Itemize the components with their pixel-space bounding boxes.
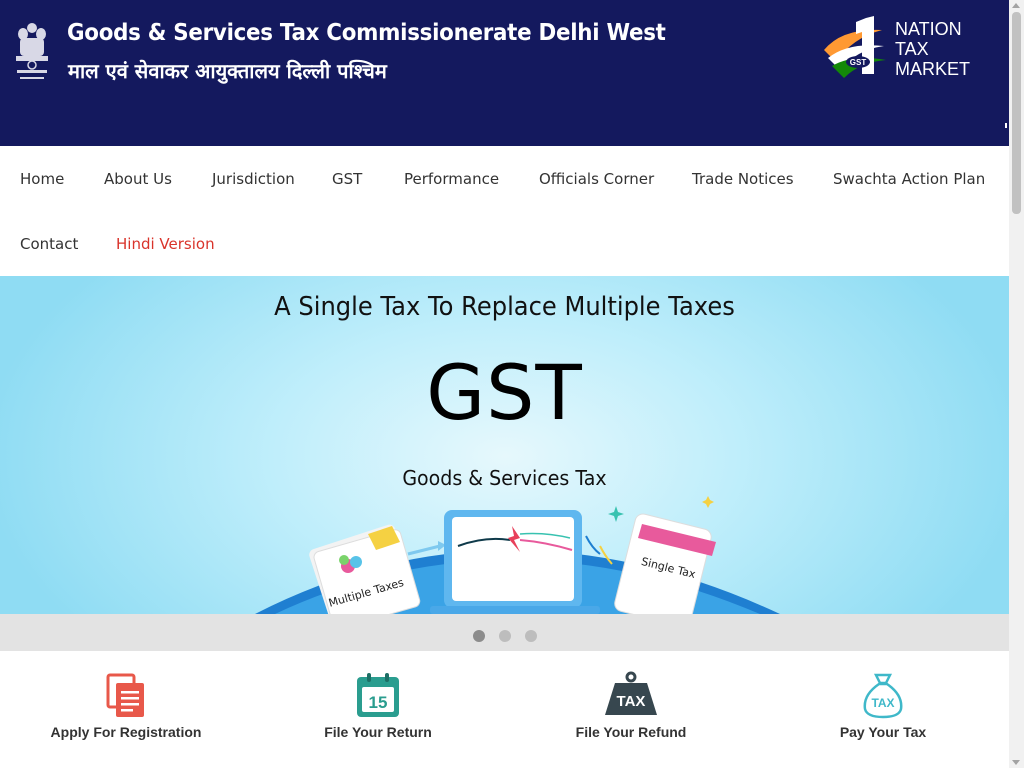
carousel-dot-1[interactable] bbox=[473, 630, 485, 642]
site-title: Goods & Services Tax Commissionerate Del… bbox=[67, 20, 666, 46]
service-pay-tax[interactable]: TAX Pay Your Tax bbox=[757, 651, 1009, 768]
page-scrollbar[interactable] bbox=[1009, 0, 1024, 768]
site-subtitle-hindi: माल एवं सेवाकर आयुक्तालय दिल्ली पश्चिम bbox=[68, 59, 387, 83]
tax-bag-icon: TAX bbox=[863, 673, 903, 719]
national-emblem-icon bbox=[16, 23, 48, 79]
page: Goods & Services Tax Commissionerate Del… bbox=[0, 0, 1009, 768]
tax-weight-icon: TAX bbox=[605, 671, 657, 715]
service-label: Pay Your Tax bbox=[839, 724, 927, 740]
tax-bag-text: TAX bbox=[871, 696, 894, 710]
scroll-up-icon[interactable] bbox=[1012, 3, 1020, 8]
service-label: File Your Return bbox=[324, 724, 432, 740]
tax-weight-text: TAX bbox=[617, 693, 646, 710]
logo-line: TAX bbox=[895, 39, 929, 59]
nav-trade-notices[interactable]: Trade Notices bbox=[692, 170, 794, 188]
main-nav: Home About Us Jurisdiction GST Performan… bbox=[0, 146, 1009, 276]
gst-badge-text: GST bbox=[850, 58, 867, 67]
nav-about-us[interactable]: About Us bbox=[104, 170, 172, 188]
nav-performance[interactable]: Performance bbox=[404, 170, 499, 188]
laptop-illustration bbox=[430, 510, 600, 614]
scroll-down-icon[interactable] bbox=[1012, 760, 1020, 765]
document-icon bbox=[106, 673, 144, 717]
service-label: Apply For Registration bbox=[50, 724, 202, 740]
logo-line: NATION bbox=[895, 19, 962, 39]
service-apply-registration[interactable]: Apply For Registration bbox=[0, 651, 252, 768]
scroll-thumb[interactable] bbox=[1012, 12, 1021, 214]
header-mark bbox=[1005, 123, 1007, 128]
carousel-indicators bbox=[0, 614, 1009, 651]
nav-contact[interactable]: Contact bbox=[20, 235, 78, 253]
service-label: File Your Refund bbox=[575, 724, 687, 740]
quick-services: Apply For Registration 15 File Your Retu… bbox=[0, 651, 1009, 768]
nav-swachta-action-plan[interactable]: Swachta Action Plan bbox=[833, 170, 985, 188]
logo-wordmark: NATION TAX MARKET bbox=[895, 19, 970, 79]
logo-line: MARKET bbox=[895, 59, 971, 79]
service-file-return[interactable]: 15 File Your Return bbox=[252, 651, 504, 768]
nav-gst[interactable]: GST bbox=[332, 170, 362, 188]
calendar-icon: 15 bbox=[357, 673, 399, 717]
service-file-refund[interactable]: TAX File Your Refund bbox=[505, 651, 757, 768]
site-header: Goods & Services Tax Commissionerate Del… bbox=[0, 0, 1009, 146]
carousel-dot-2[interactable] bbox=[499, 630, 511, 642]
banner-illustration: Multiple Taxes Single Tax bbox=[255, 496, 780, 614]
hero-banner[interactable]: A Single Tax To Replace Multiple Taxes G… bbox=[0, 276, 1009, 614]
carousel-dot-3[interactable] bbox=[525, 630, 537, 642]
banner-tagline: A Single Tax To Replace Multiple Taxes bbox=[274, 292, 735, 322]
banner-headline: GST bbox=[426, 348, 583, 437]
nav-hindi-version[interactable]: Hindi Version bbox=[116, 235, 215, 253]
banner-subheadline: Goods & Services Tax bbox=[402, 466, 607, 490]
calendar-day-text: 15 bbox=[369, 693, 388, 712]
multiple-taxes-card: Multiple Taxes bbox=[309, 524, 421, 614]
nav-officials-corner[interactable]: Officials Corner bbox=[539, 170, 654, 188]
nav-jurisdiction[interactable]: Jurisdiction bbox=[212, 170, 295, 188]
nav-home[interactable]: Home bbox=[20, 170, 64, 188]
